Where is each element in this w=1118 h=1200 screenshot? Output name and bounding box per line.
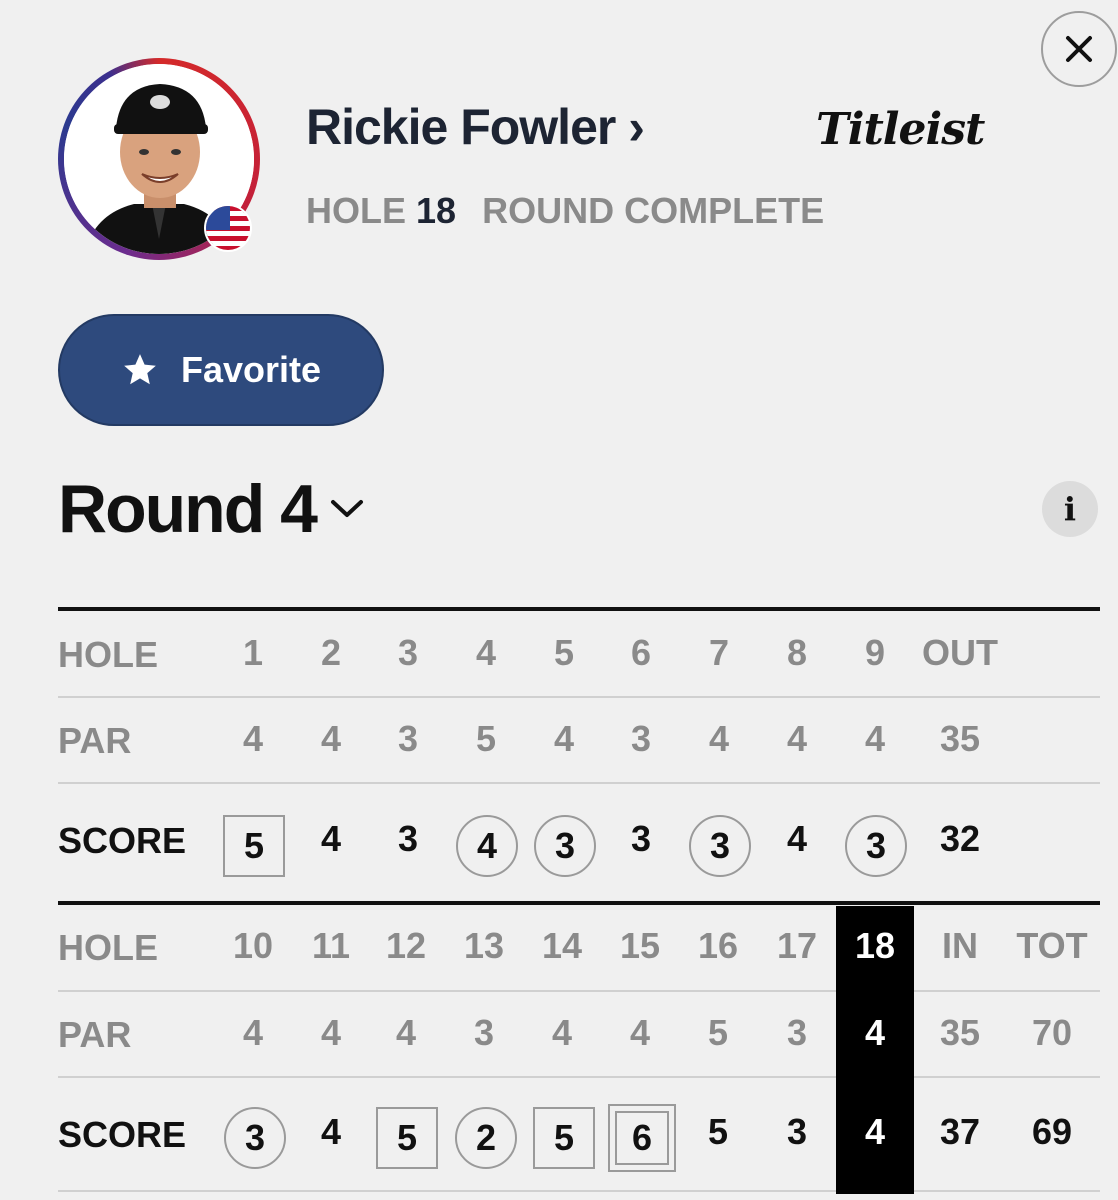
par-cell: 4 — [786, 718, 808, 759]
round-title: Round 4 — [58, 471, 318, 547]
score-birdie-circle: 4 — [456, 815, 518, 877]
round-status: ROUND COMPLETE — [482, 190, 825, 231]
tot-score: 69 — [1031, 1111, 1073, 1152]
row-divider — [58, 696, 1100, 698]
hole-number: 18 — [416, 190, 457, 231]
hole-cell: 5 — [553, 632, 575, 673]
score-double-bogey-value: 6 — [615, 1111, 669, 1165]
table-top-divider — [58, 607, 1100, 611]
out-score: 32 — [939, 818, 981, 859]
score-cell: 3 — [397, 818, 419, 859]
row-divider — [58, 1190, 836, 1192]
hole-cell: 4 — [475, 632, 497, 673]
score-double-bogey-square: 6 — [608, 1104, 676, 1172]
par-row-label: PAR — [58, 1014, 132, 1055]
par-cell: 3 — [473, 1012, 495, 1053]
info-button[interactable]: i — [1042, 481, 1098, 537]
current-hole-cell: 18 — [854, 925, 896, 966]
par-cell: 4 — [242, 718, 264, 759]
par-cell: 4 — [395, 1012, 417, 1053]
score-birdie-circle: 3 — [689, 815, 751, 877]
sponsor-logo: Titleist — [816, 104, 985, 155]
par-cell: 3 — [630, 718, 652, 759]
par-cell: 3 — [397, 718, 419, 759]
hole-cell: 15 — [619, 925, 661, 966]
in-header: IN — [942, 925, 978, 966]
hole-cell: 17 — [776, 925, 818, 966]
score-bogey-square: 5 — [376, 1107, 438, 1169]
score-row-label: SCORE — [58, 820, 187, 861]
score-cell: 4 — [320, 1111, 342, 1152]
score-birdie-circle: 3 — [534, 815, 596, 877]
hole-cell: 2 — [320, 632, 342, 673]
score-cell: 3 — [786, 1111, 808, 1152]
score-birdie-circle: 3 — [845, 815, 907, 877]
par-cell: 4 — [629, 1012, 651, 1053]
in-score: 37 — [939, 1111, 981, 1152]
par-row-label: PAR — [58, 720, 132, 761]
row-divider — [914, 990, 1100, 992]
par-cell: 4 — [242, 1012, 264, 1053]
score-row-label: SCORE — [58, 1114, 187, 1155]
hole-cell: 11 — [311, 925, 351, 966]
us-flag-icon — [204, 204, 252, 252]
hole-cell: 7 — [708, 632, 730, 673]
par-cell: 3 — [786, 1012, 808, 1053]
close-button[interactable] — [1041, 11, 1117, 87]
hole-cell: 10 — [232, 925, 274, 966]
row-divider — [58, 1076, 836, 1078]
par-cell: 5 — [475, 718, 497, 759]
hole-status: HOLE 18 ROUND COMPLETE — [306, 190, 824, 232]
current-hole-par: 4 — [864, 1012, 886, 1053]
player-name: Rickie Fowler — [306, 99, 616, 155]
tot-par: 70 — [1031, 1012, 1073, 1053]
hole-cell: 13 — [463, 925, 505, 966]
hole-cell: 6 — [630, 632, 652, 673]
score-bogey-square: 5 — [533, 1107, 595, 1169]
out-header: OUT — [922, 632, 998, 673]
section-divider — [58, 901, 1100, 905]
hole-cell: 16 — [697, 925, 739, 966]
hole-cell: 3 — [397, 632, 419, 673]
hole-cell: 1 — [242, 632, 264, 673]
close-icon — [1066, 36, 1092, 62]
favorite-label: Favorite — [180, 349, 322, 390]
out-par: 35 — [939, 718, 981, 759]
par-cell: 4 — [553, 718, 575, 759]
player-name-link[interactable]: Rickie Fowler › — [306, 98, 645, 156]
score-birdie-circle: 2 — [455, 1107, 517, 1169]
hole-cell: 8 — [786, 632, 808, 673]
star-icon — [124, 354, 156, 385]
score-bogey-square: 5 — [223, 815, 285, 877]
row-divider — [58, 990, 836, 992]
hole-cell: 12 — [385, 925, 427, 966]
hole-cell: 14 — [541, 925, 583, 966]
par-cell: 5 — [707, 1012, 729, 1053]
hole-label: HOLE — [306, 190, 407, 231]
tot-header: TOT — [1016, 925, 1088, 966]
score-cell: 4 — [786, 818, 808, 859]
chevron-right-icon: › — [628, 99, 645, 155]
score-cell: 3 — [630, 818, 652, 859]
favorite-button[interactable]: Favorite — [58, 314, 384, 426]
row-divider — [58, 782, 1100, 784]
hole-cell: 9 — [864, 632, 886, 673]
score-cell: 4 — [320, 818, 342, 859]
current-hole-score: 4 — [864, 1111, 886, 1152]
info-icon: i — [1063, 490, 1077, 528]
par-cell: 4 — [320, 1012, 342, 1053]
score-cell: 5 — [707, 1111, 729, 1152]
par-cell: 4 — [320, 718, 342, 759]
par-cell: 4 — [551, 1012, 573, 1053]
row-divider — [914, 1076, 1100, 1078]
score-birdie-circle: 3 — [224, 1107, 286, 1169]
round-selector[interactable]: Round 4 — [58, 470, 364, 548]
par-cell: 4 — [708, 718, 730, 759]
chevron-down-icon — [330, 500, 363, 517]
hole-row-label: HOLE — [58, 927, 159, 968]
hole-row-label: HOLE — [58, 634, 159, 675]
row-divider — [914, 1190, 1100, 1192]
par-cell: 4 — [864, 718, 886, 759]
in-par: 35 — [939, 1012, 981, 1053]
